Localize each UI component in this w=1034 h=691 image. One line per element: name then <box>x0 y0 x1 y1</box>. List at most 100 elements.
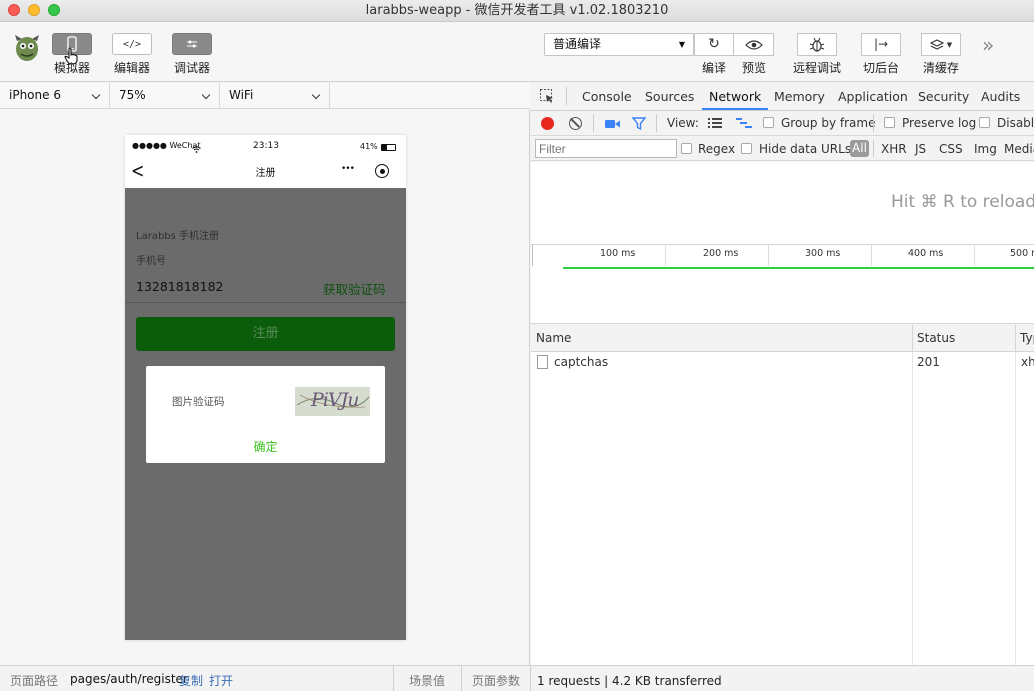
network-select[interactable]: WiFi <box>220 83 330 108</box>
timeline-gridline <box>532 244 533 266</box>
bug-icon <box>809 37 825 52</box>
group-by-frame-checkbox[interactable] <box>763 117 774 128</box>
document-icon <box>537 355 548 369</box>
clear-cache-button[interactable]: ▼ <box>921 33 961 56</box>
request-status: 201 <box>917 355 940 369</box>
hide-data-urls-label: Hide data URLs <box>759 142 852 156</box>
debugger-label: 调试器 <box>173 61 210 75</box>
preview-button[interactable] <box>734 33 774 56</box>
device-value: iPhone 6 <box>9 88 61 102</box>
remote-debug-label: 远程调试 <box>792 61 841 75</box>
divider <box>530 666 531 691</box>
simulator-label: 模拟器 <box>53 61 90 75</box>
tab-sources[interactable]: Sources <box>645 83 694 110</box>
divider <box>1015 325 1016 352</box>
more-icon[interactable]: ••• <box>341 164 355 174</box>
regex-checkbox[interactable] <box>681 143 692 154</box>
filter-input[interactable] <box>535 139 677 158</box>
request-table-header <box>531 325 1034 352</box>
divider <box>873 140 874 157</box>
divider <box>912 352 913 665</box>
tab-audits[interactable]: Audits <box>981 83 1020 110</box>
captcha-image[interactable]: PiVJu <box>295 387 370 416</box>
divider <box>393 666 394 691</box>
tab-application[interactable]: Application <box>838 83 908 110</box>
phone-label: 手机号 <box>136 256 166 267</box>
table-row[interactable]: captchas 201 xh <box>531 352 1034 372</box>
waterfall-view-icon[interactable] <box>736 117 752 132</box>
page-path-value: pages/auth/register <box>70 672 188 686</box>
device-select[interactable]: iPhone 6 <box>0 83 110 108</box>
list-view-icon[interactable] <box>708 117 722 132</box>
divider <box>873 114 874 132</box>
type-filter-xhr[interactable]: XHR <box>881 142 907 156</box>
divider <box>461 666 462 691</box>
timeline-request-bar <box>563 267 1034 269</box>
form-heading: Larabbs 手机注册 <box>136 231 220 242</box>
compile-button[interactable]: ↻ <box>694 33 734 56</box>
preserve-log-label: Preserve log <box>902 116 977 130</box>
close-miniapp-icon[interactable] <box>375 164 389 178</box>
inspect-element-icon[interactable] <box>539 88 555 104</box>
page-params-button[interactable]: 页面参数 <box>472 672 520 689</box>
avatar[interactable] <box>13 33 41 63</box>
disable-cache-label: Disable <box>997 116 1034 130</box>
captcha-confirm-button[interactable]: 确定 <box>146 438 385 455</box>
window-title: larabbs-weapp - 微信开发者工具 v1.02.1803210 <box>365 3 669 18</box>
register-button[interactable]: 注册 <box>136 317 395 351</box>
timeline-gridline <box>768 244 769 266</box>
caret-down-icon: ▼ <box>946 40 953 49</box>
get-code-button[interactable]: 获取验证码 <box>323 279 386 298</box>
divider <box>566 87 567 105</box>
timeline-tick: 500 m <box>1010 248 1034 259</box>
editor-toggle-button[interactable]: </> <box>112 33 152 55</box>
captcha-label: 图片验证码 <box>172 396 225 408</box>
zoom-window-button[interactable] <box>48 4 60 16</box>
scene-value-button[interactable]: 场景值 <box>409 672 445 689</box>
background-button[interactable]: |→ <box>861 33 901 56</box>
preserve-log-checkbox[interactable] <box>884 117 895 128</box>
column-status[interactable]: Status <box>917 331 955 345</box>
tab-security[interactable]: Security <box>918 83 969 110</box>
type-filter-js[interactable]: JS <box>915 142 926 156</box>
view-label: View: <box>667 116 699 130</box>
disable-cache-checkbox[interactable] <box>979 117 990 128</box>
timeline-tick: 300 ms <box>805 248 841 259</box>
type-filter-media[interactable]: Media <box>1004 142 1034 156</box>
type-filter-css[interactable]: CSS <box>939 142 963 156</box>
layers-icon <box>929 38 944 50</box>
column-name[interactable]: Name <box>536 331 571 345</box>
filter-icon[interactable] <box>631 117 647 133</box>
tab-memory[interactable]: Memory <box>774 83 825 110</box>
debugger-toggle-button[interactable] <box>172 33 212 55</box>
divider <box>1015 352 1016 665</box>
minimize-window-button[interactable] <box>28 4 40 16</box>
zoom-select[interactable]: 75% <box>110 83 220 108</box>
page-path-label: 页面路径 <box>10 674 59 688</box>
clear-log-button[interactable] <box>569 117 582 130</box>
sliders-icon <box>187 40 197 48</box>
hide-data-urls-checkbox[interactable] <box>741 143 752 154</box>
record-button[interactable] <box>541 117 554 130</box>
type-filter-img[interactable]: Img <box>974 142 997 156</box>
code-icon: </> <box>122 38 142 50</box>
phone-input[interactable]: 13281818182 <box>136 279 223 294</box>
regex-label: Regex <box>698 142 736 156</box>
network-value: WiFi <box>229 88 254 102</box>
type-filter-all[interactable]: All <box>850 140 869 157</box>
tab-network[interactable]: Network <box>702 83 769 110</box>
close-window-button[interactable] <box>8 4 20 16</box>
timeline-tick: 200 ms <box>703 248 739 259</box>
reload-hint: Hit ⌘ R to reload <box>891 192 1034 212</box>
column-type[interactable]: Typ <box>1020 331 1034 345</box>
network-summary: 1 requests | 4.2 KB transferred <box>537 674 722 688</box>
timeline-gridline <box>974 244 975 266</box>
copy-path-link[interactable]: 复制 <box>179 672 203 689</box>
video-camera-icon[interactable] <box>605 118 620 132</box>
open-path-link[interactable]: 打开 <box>209 672 233 689</box>
tab-console[interactable]: Console <box>582 83 632 110</box>
chevron-down-icon <box>91 90 101 100</box>
compile-mode-select[interactable]: 普通编译 ▼ <box>544 33 694 56</box>
more-tools-icon[interactable]: » <box>982 33 994 57</box>
remote-debug-button[interactable] <box>797 33 837 56</box>
